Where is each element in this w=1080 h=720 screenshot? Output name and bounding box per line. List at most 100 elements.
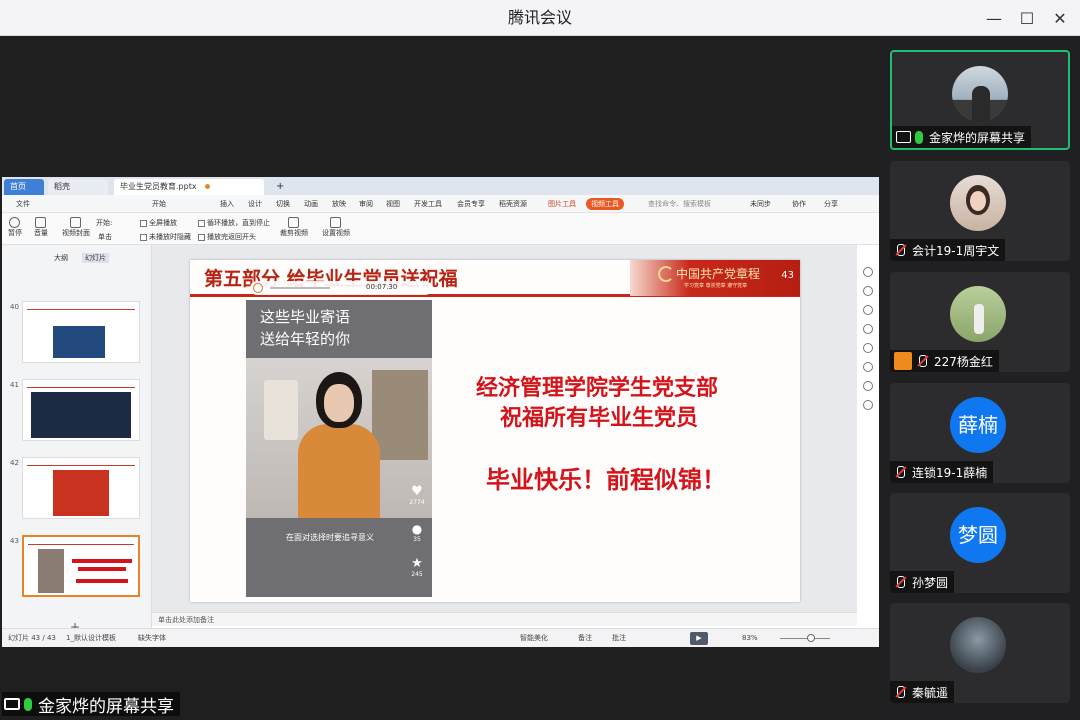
menu-member[interactable]: 会员专享: [457, 195, 485, 213]
mic-muted-icon: [916, 354, 928, 368]
user-icon: [894, 352, 912, 370]
video-control-bar[interactable]: 00:07.30: [250, 281, 432, 295]
video-progress-track[interactable]: [270, 287, 330, 289]
avatar-figure: [974, 304, 984, 334]
menu-picture-tools[interactable]: 图片工具: [548, 195, 576, 213]
tool-icon[interactable]: [863, 343, 873, 353]
participant-name: 秦毓遥: [912, 685, 949, 700]
tool-icon[interactable]: [863, 267, 873, 277]
menu-view[interactable]: 视图: [386, 195, 400, 213]
theme-name[interactable]: 1_默认设计模板: [66, 629, 116, 647]
maximize-button[interactable]: ☐: [1015, 6, 1039, 30]
tool-icon[interactable]: [863, 324, 873, 334]
participant-tile[interactable]: 227杨金红: [890, 272, 1070, 372]
rewind-checkbox[interactable]: 播放完返回开头: [198, 232, 256, 242]
video-cover-button[interactable]: 视频封面: [62, 217, 90, 238]
participant-tile[interactable]: 秦毓遥: [890, 603, 1070, 703]
participant-tile[interactable]: 梦圆 孙梦圆: [890, 493, 1070, 593]
fullscreen-label: 全屏播放: [149, 219, 177, 227]
start-select[interactable]: 单击: [98, 232, 112, 242]
slide-thumb-41[interactable]: 41: [10, 379, 146, 445]
menu-docer[interactable]: 稻壳资源: [499, 195, 527, 213]
window-title: 腾讯会议: [507, 8, 572, 27]
screen-share-tag: 金家烨的屏幕共享: [2, 692, 180, 717]
video-bookshelf: [372, 370, 428, 460]
notes-toggle[interactable]: 备注: [578, 629, 592, 647]
zoom-level[interactable]: 83%: [742, 629, 758, 647]
play-slideshow-icon[interactable]: ▶: [690, 632, 708, 645]
menu-developer[interactable]: 开发工具: [414, 195, 442, 213]
participant-tile[interactable]: 金家烨的屏幕共享: [890, 50, 1070, 150]
participant-nametag: 连锁19-1薛楠: [890, 461, 994, 483]
clip-video-button[interactable]: 裁剪视频: [280, 217, 308, 238]
menu-home[interactable]: 开始: [152, 195, 166, 213]
thumb-text: [72, 559, 132, 563]
tool-icon[interactable]: [863, 305, 873, 315]
search-command[interactable]: 查找命令、搜索模板: [648, 195, 711, 213]
sharer-name: 金家烨的屏幕共享: [38, 696, 174, 717]
menu-design[interactable]: 设计: [248, 195, 262, 213]
tab-file[interactable]: 毕业生党员教育.pptx: [114, 179, 264, 195]
current-slide[interactable]: 中国共产党章程 学习党章 尊崇党章 遵守党章 43 第五部分 给毕业生党员送祝福…: [190, 260, 800, 602]
new-tab-button[interactable]: +: [270, 179, 290, 195]
slide-thumb-43[interactable]: 43: [10, 535, 146, 601]
avatar: 薛楠: [950, 397, 1006, 453]
screen-share-icon: [896, 131, 911, 143]
tool-icon[interactable]: [863, 400, 873, 410]
close-button[interactable]: ✕: [1048, 6, 1072, 30]
zoom-slider-handle[interactable]: [807, 634, 815, 642]
comment-count: 35: [413, 536, 421, 543]
participant-nametag: 孙梦圆: [890, 571, 955, 593]
like-counter: ♥ 2774: [406, 484, 428, 506]
collaborate-button[interactable]: 协作: [792, 195, 806, 213]
tool-icon[interactable]: [863, 286, 873, 296]
avatar-face: [970, 191, 986, 211]
missing-font[interactable]: 缺失字体: [138, 629, 166, 647]
thumb-header: [27, 382, 135, 388]
hide-checkbox[interactable]: 未播放时隐藏: [140, 232, 191, 242]
participant-tile[interactable]: 会计19-1周宇文: [890, 161, 1070, 261]
zoom-slider[interactable]: [780, 638, 830, 639]
thumb-number: 42: [10, 459, 19, 467]
thumb-number: 43: [10, 537, 19, 545]
play-pause-icon[interactable]: [253, 283, 263, 293]
menu-file[interactable]: 文件: [16, 195, 30, 213]
slide-thumb-42[interactable]: 42: [10, 457, 146, 523]
menu-transition[interactable]: 切换: [276, 195, 290, 213]
loop-checkbox[interactable]: 循环播放，直到停止: [198, 218, 270, 228]
slide-index: 幻灯片 43 / 43: [8, 634, 56, 642]
share-button[interactable]: 分享: [824, 195, 838, 213]
mic-muted-icon: [894, 465, 906, 479]
pause-button[interactable]: 暂停: [8, 217, 22, 238]
tool-icon[interactable]: [863, 362, 873, 372]
menu-animation[interactable]: 动画: [304, 195, 318, 213]
tool-icon[interactable]: [863, 381, 873, 391]
volume-button[interactable]: 音量: [34, 217, 48, 238]
thumb-image: [53, 326, 105, 358]
menu-review[interactable]: 审阅: [359, 195, 373, 213]
tab-docer[interactable]: 稻壳: [48, 179, 108, 195]
tab-slides[interactable]: 幻灯片: [82, 253, 109, 263]
notes-field[interactable]: 单击此处添加备注: [152, 612, 857, 626]
thumb-slide: [22, 379, 140, 441]
slide-thumb-40[interactable]: 40: [10, 301, 146, 367]
thumb-number: 41: [10, 381, 19, 389]
sync-status[interactable]: 未同步: [750, 195, 771, 213]
avatar: [950, 286, 1006, 342]
slide-thumbnail-pane: 大纲 幻灯片 40 41 42 43 +: [2, 245, 152, 634]
minimize-button[interactable]: —: [982, 6, 1006, 30]
menu-slideshow[interactable]: 放映: [332, 195, 346, 213]
embedded-video[interactable]: 这些毕业寄语 送给年轻的你 在面对选择时要追寻意义 ♥ 2774 ● 35 ★ 245: [246, 300, 432, 597]
beautify-button[interactable]: 智能美化: [520, 629, 548, 647]
comments-toggle[interactable]: 批注: [612, 629, 626, 647]
message-line2: 祝福所有毕业生党员: [500, 406, 699, 431]
set-video-button[interactable]: 设置视频: [322, 217, 350, 238]
thumb-text: [76, 579, 128, 583]
menu-insert[interactable]: 插入: [220, 195, 234, 213]
fullscreen-checkbox[interactable]: 全屏播放: [140, 218, 177, 228]
participant-tile[interactable]: 薛楠 连锁19-1薛楠: [890, 383, 1070, 483]
tab-outline[interactable]: 大纲: [54, 253, 68, 263]
tab-home[interactable]: 首页: [4, 179, 44, 195]
menu-video-tools[interactable]: 视频工具: [586, 198, 624, 210]
participant-nametag: 227杨金红: [890, 350, 999, 372]
